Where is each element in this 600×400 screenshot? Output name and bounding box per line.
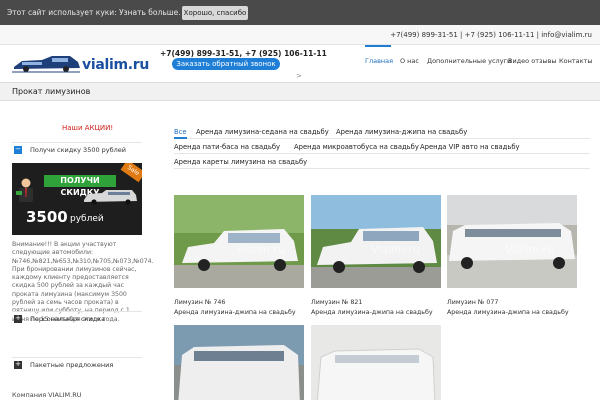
limo-photo[interactable] xyxy=(174,325,304,400)
limo-category[interactable]: Аренда лимузина-джипа на свадьбу xyxy=(447,309,569,316)
cookie-accept-button[interactable]: Хорошо, спасибо xyxy=(182,6,248,20)
site-logo[interactable]: vialim.ru xyxy=(12,51,177,77)
filter-all[interactable]: Все xyxy=(174,128,187,136)
watermark: Vialim.ru xyxy=(236,243,285,256)
filter-row: Все Аренда лимузина-седана на свадьбу Ар… xyxy=(174,125,590,139)
company-label: Компания VIALIM.RU xyxy=(12,391,82,399)
filter-vip-auto[interactable]: Аренда VIP авто на свадьбу xyxy=(420,143,520,151)
businessman-icon xyxy=(16,178,33,202)
watermark: Vialim.ru xyxy=(371,243,420,256)
sidebar-item-label: Персональная скидка xyxy=(30,315,106,323)
banner-currency: рублей xyxy=(70,214,104,224)
nav-active-indicator xyxy=(365,45,391,47)
nav-item-contacts[interactable]: Контакты xyxy=(559,57,592,65)
top-contacts[interactable]: +7(499) 899-31-51 | +7 (925) 106-11-11 |… xyxy=(390,31,592,39)
watermark: Vialim.ru xyxy=(505,243,554,256)
sidebar-item-label: Пакетные предложения xyxy=(30,361,114,369)
limo-photo[interactable] xyxy=(311,325,441,400)
filter-minibus[interactable]: Аренда микроавтобуса на свадьбу xyxy=(294,143,419,151)
limo-category[interactable]: Аренда лимузина-джипа на свадьбу xyxy=(174,309,296,316)
limo-photo[interactable]: Vialim.ru xyxy=(447,195,577,288)
top-contact-bar: +7(499) 899-31-51 | +7 (925) 106-11-11 |… xyxy=(0,25,600,45)
page-title-bar: Прокат лимузинов xyxy=(0,82,600,101)
discount-banner[interactable]: ПОЛУЧИ СКИДКУ 3500 рублей Sale xyxy=(12,163,142,235)
limo-name: Лимузин № 821 xyxy=(311,299,363,306)
filter-row: Аренда кареты лимузина на свадьбу xyxy=(174,155,590,169)
active-filter-indicator xyxy=(174,137,187,139)
filter-row: Аренда пати-баса на свадьбу Аренда микро… xyxy=(174,140,590,154)
main-content: Наши АКЦИИ! − Получи скидку 3500 рублей … xyxy=(0,101,600,400)
plus-icon: + xyxy=(14,314,22,323)
cookie-banner: Этот сайт использует куки: Узнать больше… xyxy=(0,0,600,25)
limo-photo[interactable]: Vialim.ru xyxy=(174,195,304,288)
filter-jeep-limo[interactable]: Аренда лимузина-джипа на свадьбу xyxy=(336,128,467,136)
limo-photo[interactable]: Vialim.ru xyxy=(311,195,441,288)
sidebar-item-personal-discount[interactable]: + Персональная скидка xyxy=(12,311,142,325)
minus-icon: − xyxy=(14,145,22,154)
sidebar-item-packages[interactable]: + Пакетные предложения xyxy=(12,357,142,371)
nav-item-video-reviews[interactable]: Видео отзывы xyxy=(508,57,557,65)
header-phones[interactable]: +7(499) 899-31-51, +7 (925) 106-11-11 xyxy=(160,49,327,58)
banner-headline: ПОЛУЧИ СКИДКУ xyxy=(44,175,116,197)
sale-tag: Sale xyxy=(120,163,142,183)
nav-item-home[interactable]: Главная xyxy=(365,57,393,65)
limousine-logo-icon xyxy=(12,56,80,73)
nav-item-services[interactable]: Дополнительные услуги xyxy=(427,57,511,65)
filter-carriage-limo[interactable]: Аренда кареты лимузина на свадьбу xyxy=(174,158,307,166)
sidebar-item-label: Получи скидку 3500 рублей xyxy=(30,146,127,154)
cookie-text[interactable]: Этот сайт использует куки: Узнать больше… xyxy=(7,8,181,17)
limo-name: Лимузин № 077 xyxy=(447,299,499,306)
filter-sedan-limo[interactable]: Аренда лимузина-седана на свадьбу xyxy=(196,128,329,136)
logo-text: vialim.ru xyxy=(82,57,150,73)
promo-title: Наши АКЦИИ! xyxy=(62,124,114,132)
suv-image-icon xyxy=(84,190,137,205)
banner-amount: 3500 xyxy=(26,208,68,226)
sidebar-item-discount[interactable]: − Получи скидку 3500 рублей xyxy=(12,142,142,156)
filter-party-bus[interactable]: Аренда пати-баса на свадьбу xyxy=(174,143,280,151)
page-title: Прокат лимузинов xyxy=(12,87,91,96)
limo-name: Лимузин № 746 xyxy=(174,299,226,306)
limo-category[interactable]: Аренда лимузина-джипа на свадьбу xyxy=(311,309,433,316)
chevron-right-icon: > xyxy=(296,72,302,80)
nav-item-about[interactable]: О нас xyxy=(400,57,419,65)
plus-icon: + xyxy=(14,360,22,369)
callback-button[interactable]: Заказать обратный звонок xyxy=(172,58,280,70)
